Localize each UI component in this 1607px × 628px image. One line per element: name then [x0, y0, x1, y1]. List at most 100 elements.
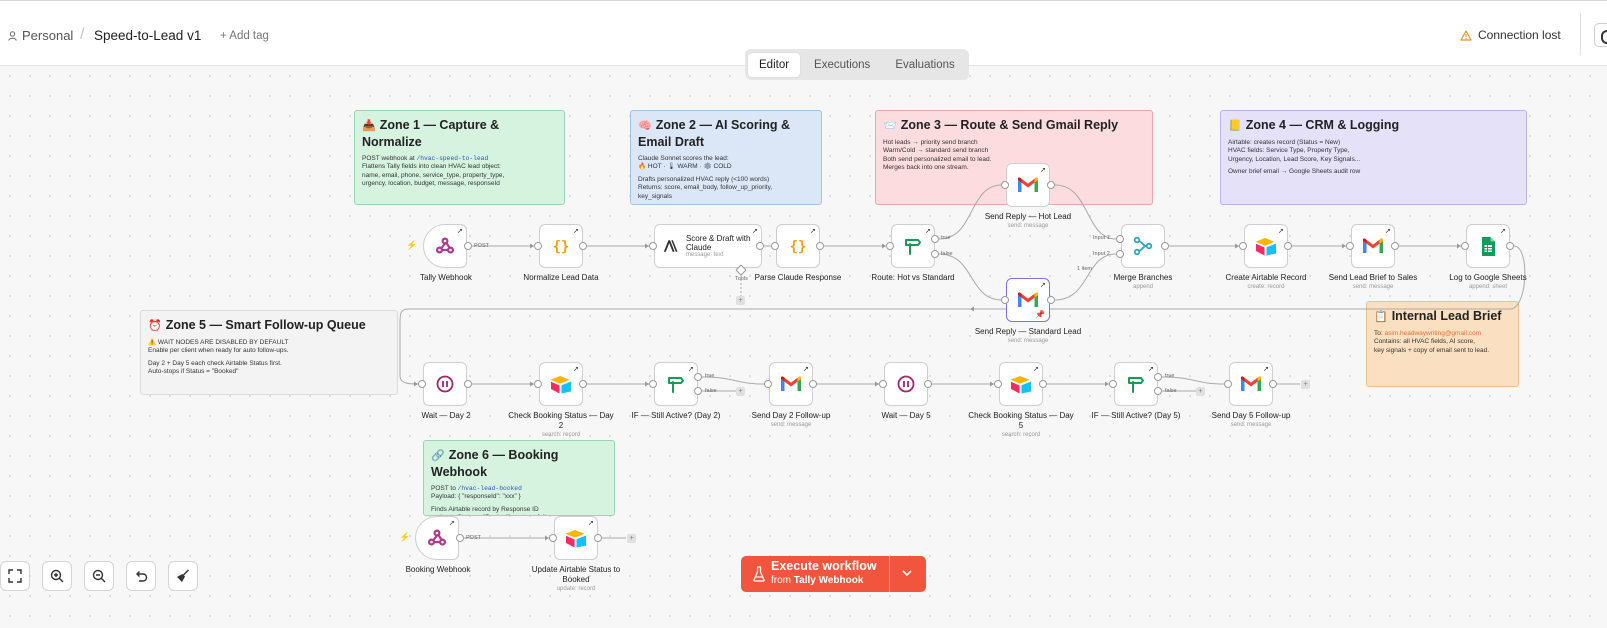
output-handle[interactable] — [816, 242, 824, 250]
inbox-tray-icon: 📥 — [362, 120, 376, 132]
node-if-active-day-5[interactable]: ➚ — [1114, 362, 1158, 406]
output-handle[interactable] — [1506, 242, 1514, 250]
node-score-draft-claude[interactable]: ➚ Score & Draft with Claude message: tex… — [654, 224, 762, 268]
sticky-note-zone-2[interactable]: 🧠 Zone 2 — AI Scoring & Email Draft Claud… — [630, 110, 822, 205]
sticky-note-internal-brief[interactable]: 📋 Internal Lead Brief To: asim.headwaywri… — [1366, 301, 1519, 387]
output-handle-true[interactable] — [931, 235, 939, 243]
output-handle[interactable] — [809, 380, 817, 388]
zoom-in-button[interactable] — [42, 561, 72, 591]
toggle-button[interactable] — [1594, 23, 1607, 47]
node-wait-day-5[interactable] — [884, 362, 928, 406]
input-handle[interactable] — [649, 380, 657, 388]
node-check-booking-day-2[interactable]: ➚ — [539, 362, 583, 406]
output-handle[interactable] — [1047, 296, 1055, 304]
input-handle[interactable] — [771, 242, 779, 250]
node-booking-webhook[interactable]: ➚ — [415, 516, 459, 560]
project-name: Personal — [22, 28, 74, 43]
add-node-button[interactable]: + — [736, 387, 745, 396]
tab-editor[interactable]: Editor — [748, 52, 801, 77]
output-handle[interactable] — [756, 242, 764, 250]
input-handle[interactable] — [994, 380, 1002, 388]
input-handle-1[interactable] — [1116, 235, 1124, 243]
output-handle-true[interactable] — [1154, 373, 1162, 381]
output-handle-true[interactable] — [694, 373, 702, 381]
tab-evaluations[interactable]: Evaluations — [884, 53, 965, 77]
input-handle[interactable] — [1461, 242, 1469, 250]
reset-zoom-button[interactable] — [126, 561, 156, 591]
note-text: To: — [1374, 330, 1385, 337]
input-handle[interactable] — [1109, 380, 1117, 388]
node-tally-webhook[interactable]: ➚ — [423, 224, 467, 268]
node-send-lead-brief[interactable]: ➚ — [1351, 224, 1395, 268]
node-send-day-5-followup[interactable]: ➚ — [1229, 362, 1273, 406]
input-handle[interactable] — [1001, 296, 1009, 304]
output-handle-false[interactable] — [931, 250, 939, 258]
connection-label: POST — [474, 243, 489, 249]
input-handle[interactable] — [549, 534, 557, 542]
input-handle[interactable] — [1346, 242, 1354, 250]
input-handle[interactable] — [764, 380, 772, 388]
node-check-booking-day-5[interactable]: ➚ — [999, 362, 1043, 406]
input-handle[interactable] — [879, 380, 887, 388]
node-update-airtable-booked[interactable]: ➚ — [554, 516, 598, 560]
input-handle[interactable] — [1001, 181, 1009, 189]
add-node-button[interactable]: + — [627, 534, 636, 543]
input-handle[interactable] — [534, 380, 542, 388]
output-handle[interactable] — [456, 534, 464, 542]
input-handle[interactable] — [1224, 380, 1232, 388]
add-tag-button[interactable]: + Add tag — [220, 30, 269, 42]
node-log-google-sheets[interactable]: ➚ — [1466, 224, 1510, 268]
output-handle[interactable] — [1047, 181, 1055, 189]
node-send-reply-hot[interactable]: ➚ — [1006, 163, 1050, 207]
webhook-icon — [427, 529, 447, 546]
output-handle[interactable] — [579, 380, 587, 388]
add-tool-button[interactable]: + — [736, 296, 745, 305]
tab-executions[interactable]: Executions — [803, 53, 881, 77]
node-normalize-lead-data[interactable]: ➚ {} — [539, 224, 583, 268]
node-create-airtable-record[interactable]: ➚ — [1244, 224, 1288, 268]
node-label-text: Send Lead Brief to Sales — [1328, 273, 1418, 282]
output-handle[interactable] — [1269, 380, 1277, 388]
sticky-note-zone-5[interactable]: ⏰ Zone 5 — Smart Follow-up Queue ⚠️ WAIT … — [140, 310, 398, 395]
fit-view-button[interactable] — [0, 561, 30, 591]
tidy-up-button[interactable] — [168, 561, 198, 591]
zoom-out-button[interactable] — [84, 561, 114, 591]
output-handle[interactable] — [1391, 242, 1399, 250]
output-handle[interactable] — [924, 380, 932, 388]
chevron-down-icon[interactable] — [901, 566, 913, 580]
node-if-active-day-2[interactable]: ➚ — [654, 362, 698, 406]
svg-text:{}: {} — [790, 239, 807, 255]
output-handle[interactable] — [464, 242, 472, 250]
output-handle[interactable] — [1161, 242, 1169, 250]
node-send-day-2-followup[interactable]: ➚ — [769, 362, 813, 406]
sticky-note-zone-6[interactable]: 🔗 Zone 6 — Booking Webhook POST to /hvac-… — [423, 440, 615, 516]
node-wait-day-2[interactable] — [423, 362, 467, 406]
open-arrow-icon: ➚ — [449, 520, 455, 527]
node-parse-claude-response[interactable]: ➚ {} — [776, 224, 820, 268]
node-send-reply-standard[interactable]: ➚ 📌 — [1006, 278, 1050, 322]
execute-workflow-button[interactable]: Execute workflow from Tally Webhook — [741, 556, 926, 592]
workflow-name[interactable]: Speed-to-Lead v1 — [94, 28, 201, 43]
input-handle[interactable] — [418, 380, 426, 388]
node-merge-branches[interactable] — [1121, 224, 1165, 268]
node-label: Send Reply — Standard Lead send: message — [973, 327, 1083, 345]
output-handle[interactable] — [579, 242, 587, 250]
output-handle-false[interactable] — [694, 387, 702, 395]
output-handle-false[interactable] — [1154, 387, 1162, 395]
breadcrumb-project[interactable]: Personal — [8, 28, 73, 43]
output-handle[interactable] — [464, 380, 472, 388]
add-node-button[interactable]: + — [1196, 387, 1205, 396]
input-handle[interactable] — [1239, 242, 1247, 250]
output-handle[interactable] — [1284, 242, 1292, 250]
output-handle[interactable] — [594, 534, 602, 542]
add-node-button[interactable]: + — [1301, 380, 1310, 389]
input-handle[interactable] — [534, 242, 542, 250]
input-handle[interactable] — [886, 242, 894, 250]
input-handle[interactable] — [649, 242, 657, 250]
node-route-hot-standard[interactable]: ➚ — [891, 224, 935, 268]
sticky-note-zone-4[interactable]: 📒 Zone 4 — CRM & Logging Airtable: create… — [1220, 110, 1527, 205]
output-handle[interactable] — [1039, 380, 1047, 388]
sticky-note-zone-1[interactable]: 📥 Zone 1 — Capture & Normalize POST webho… — [354, 110, 565, 205]
note-email: asim.headwaywriting@gmail.com — [1384, 330, 1482, 337]
input-handle-2[interactable] — [1116, 250, 1124, 258]
